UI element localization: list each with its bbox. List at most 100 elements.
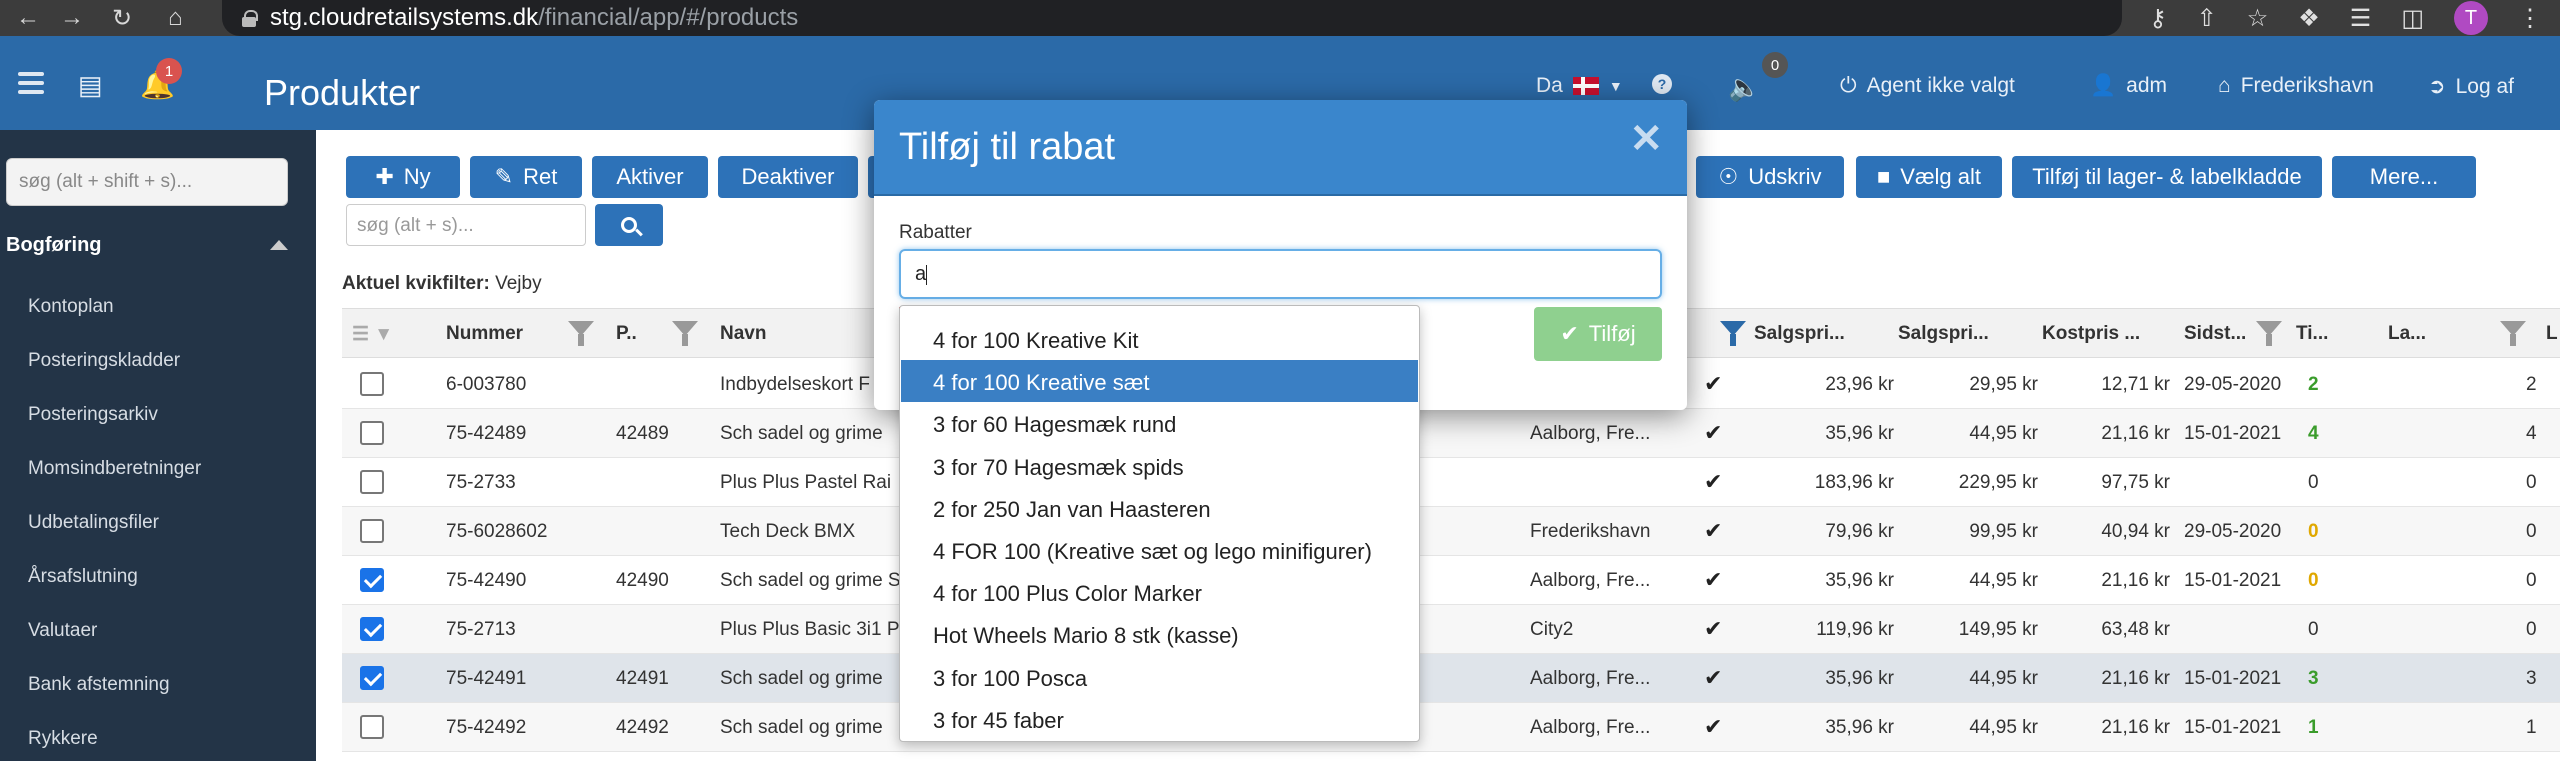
table-row[interactable]: 75-42491 42491 Sch sadel og grime Aalborg, …: [342, 654, 2560, 703]
more-button[interactable]: Mere...: [2332, 156, 2476, 198]
column-header-last[interactable]: Sidst...: [2184, 323, 2246, 345]
row-checkbox[interactable]: [360, 470, 384, 494]
table-row[interactable]: 75-42490 42490 Sch sadel og grime S Aalborg…: [342, 556, 2560, 605]
sidebar-item-arsafslutning[interactable]: Årsafslutning: [28, 566, 138, 588]
back-icon[interactable]: ←: [16, 0, 40, 36]
add-button[interactable]: ✔ Tilføj: [1534, 307, 1662, 361]
cell-ti: 0: [2308, 521, 2319, 542]
column-header-ti[interactable]: Ti...: [2296, 323, 2328, 345]
reload-icon[interactable]: ↻: [112, 0, 132, 36]
discount-option[interactable]: 3 for 70 Hagesmæk spids: [901, 445, 1418, 487]
language-selector[interactable]: Da ▼: [1536, 74, 1623, 98]
speaker-icon[interactable]: 🔈: [1728, 72, 1760, 103]
table-row[interactable]: 75-6028602 Tech Deck BMX Frederikshavn ✔ 79,…: [342, 507, 2560, 556]
power-icon: ⏻: [1840, 74, 1857, 97]
row-checkbox[interactable]: [360, 568, 384, 592]
cell-ti: 0: [2308, 619, 2319, 640]
logout-button[interactable]: ➲ Log af: [2428, 74, 2514, 99]
sidebar-item-rykkere[interactable]: Rykkere: [28, 728, 98, 750]
filter-active-icon[interactable]: [1720, 321, 1746, 346]
filter-icon[interactable]: [568, 321, 594, 346]
sidebar-search-input[interactable]: søg (alt + shift + s)...: [6, 158, 288, 206]
sidebar-item-posteringsarkiv[interactable]: Posteringsarkiv: [28, 404, 158, 426]
sidebar-item-valutaer[interactable]: Valutaer: [28, 620, 97, 642]
column-header-l[interactable]: L: [2546, 323, 2558, 345]
chevron-down-icon: ▼: [1608, 78, 1623, 94]
column-menu-icon[interactable]: ☰ ▼: [352, 323, 393, 346]
search-button[interactable]: [595, 204, 663, 246]
column-header-la[interactable]: La...: [2388, 323, 2426, 345]
store-selector[interactable]: ⌂ Frederikshavn: [2218, 74, 2374, 98]
discount-option[interactable]: 2 for 250 Jan van Haasteren: [901, 487, 1418, 529]
cell-last-date: 29-05-2020: [2184, 374, 2282, 395]
cell-store: Aalborg, Fre...: [1530, 570, 1651, 591]
filter-icon[interactable]: [2256, 321, 2282, 346]
print-button[interactable]: ☉ Udskriv: [1696, 156, 1844, 198]
discount-option[interactable]: 3 for 60 Hagesmæk rund: [901, 402, 1418, 444]
column-header-sale-price-2[interactable]: Salgspri...: [1898, 323, 1989, 345]
agent-selector[interactable]: ⏻ Agent ikke valgt: [1840, 74, 2015, 98]
row-checkbox[interactable]: [360, 421, 384, 445]
user-menu[interactable]: 👤 adm: [2090, 74, 2167, 98]
extensions-icon[interactable]: ❖: [2298, 4, 2320, 33]
discounts-input[interactable]: a: [899, 249, 1662, 299]
home-icon[interactable]: ⌂: [168, 0, 183, 36]
row-checkbox[interactable]: [360, 666, 384, 690]
sidebar-group-bogforing[interactable]: Bogføring: [6, 234, 288, 257]
column-header-cost[interactable]: Kostpris ...: [2042, 323, 2140, 345]
table-row[interactable]: 75-42489 42489 Sch sadel og grime Aalborg, …: [342, 409, 2560, 458]
sidebar-item-udbetalingsfiler[interactable]: Udbetalingsfiler: [28, 512, 159, 534]
column-header-sale-price-1[interactable]: Salgspri...: [1754, 323, 1845, 345]
discount-option[interactable]: 4 for 100 Plus Color Marker: [901, 571, 1418, 613]
discount-option[interactable]: 4 FOR 100 (Kreative sæt og lego minifigu…: [901, 529, 1418, 571]
row-checkbox[interactable]: [360, 519, 384, 543]
bookmark-star-icon[interactable]: ☆: [2247, 4, 2269, 33]
column-header-p[interactable]: P..: [616, 323, 637, 345]
table-row[interactable]: 75-2713 Plus Plus Basic 3i1 P City2 ✔ 119,96…: [342, 605, 2560, 654]
menu-kebab-icon[interactable]: ⋮: [2518, 4, 2542, 33]
search-input[interactable]: søg (alt + s)...: [346, 204, 586, 246]
deactivate-button[interactable]: Deaktiver: [718, 156, 858, 198]
share-icon[interactable]: ⇧: [2197, 4, 2217, 33]
select-all-button[interactable]: ■ Vælg alt: [1856, 156, 2002, 198]
cell-sale-price-2: 44,95 kr: [1969, 717, 2038, 738]
key-icon[interactable]: ⚷: [2149, 4, 2167, 33]
filter-icon[interactable]: [672, 321, 698, 346]
discount-option[interactable]: 3 for 45 faber: [901, 698, 1418, 740]
side-panel-icon[interactable]: ◫: [2401, 4, 2424, 33]
document-list-icon[interactable]: ▤: [78, 70, 103, 101]
hamburger-menu-icon[interactable]: [18, 72, 44, 94]
cell-sale-price-2: 44,95 kr: [1969, 570, 2038, 591]
forward-icon[interactable]: →: [60, 0, 84, 36]
add-to-stock-button[interactable]: Tilføj til lager- & labelkladde: [2012, 156, 2322, 198]
column-header-number[interactable]: Nummer: [446, 323, 523, 345]
close-icon[interactable]: ✕: [1629, 116, 1663, 162]
sidebar-item-kontoplan[interactable]: Kontoplan: [28, 296, 114, 318]
user-icon: 👤: [2090, 74, 2117, 97]
table-row[interactable]: 75-42492 42492 Sch sadel og grime Aalborg, …: [342, 703, 2560, 752]
reading-list-icon[interactable]: ☰: [2350, 4, 2372, 33]
profile-avatar[interactable]: T: [2454, 1, 2488, 35]
column-header-name[interactable]: Navn: [720, 323, 766, 345]
cell-store: Aalborg, Fre...: [1530, 717, 1651, 738]
discount-option[interactable]: 4 for 100 Kreative Kit: [901, 318, 1418, 360]
filter-icon[interactable]: [2500, 321, 2526, 346]
discount-option[interactable]: 4 for 100 Kreative sæt: [901, 360, 1418, 403]
sidebar-item-bank-afstemning[interactable]: Bank afstemning: [28, 674, 170, 696]
row-checkbox[interactable]: [360, 715, 384, 739]
row-checkbox[interactable]: [360, 372, 384, 396]
discount-option[interactable]: Hot Wheels Mario 8 stk (kasse): [901, 613, 1418, 655]
activate-button[interactable]: Aktiver: [592, 156, 708, 198]
select-all-label: Vælg alt: [1900, 164, 1981, 189]
browser-chrome: ← → ↻ ⌂ stg.cloudretailsystems.dk/financ…: [0, 0, 2560, 36]
address-bar[interactable]: stg.cloudretailsystems.dk/financial/app/…: [222, 0, 2122, 36]
sidebar-item-posteringskladder[interactable]: Posteringskladder: [28, 350, 180, 372]
edit-button[interactable]: ✎ Ret: [470, 156, 582, 198]
table-row[interactable]: 75-2733 Plus Plus Pastel Rai ✔ 183,96 kr 229…: [342, 458, 2560, 507]
help-icon[interactable]: ?: [1652, 74, 1672, 94]
row-checkbox[interactable]: [360, 617, 384, 641]
new-button[interactable]: ✚ Ny: [346, 156, 460, 198]
sidebar-item-momsindberetninger[interactable]: Momsindberetninger: [28, 458, 201, 480]
cell-ti: 2: [2308, 374, 2319, 395]
discount-option[interactable]: 3 for 100 Posca: [901, 656, 1418, 698]
